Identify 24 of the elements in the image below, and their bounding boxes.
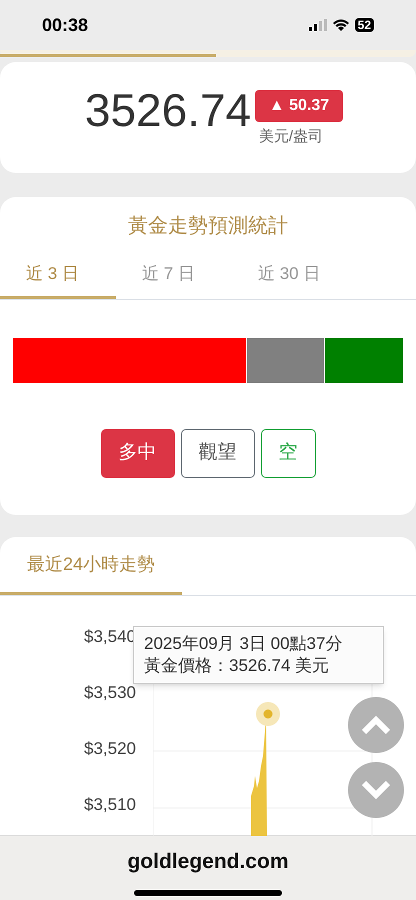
vote-button[interactable]: 空 <box>260 429 316 478</box>
signal-icon <box>308 19 327 31</box>
wifi-icon <box>332 19 349 31</box>
change-badge: ▲ 50.37 <box>254 90 344 122</box>
status-time: 00:38 <box>42 14 88 36</box>
period-tab[interactable]: 近 3 日 <box>0 251 116 299</box>
y-axis-label: $3,520 <box>84 738 136 760</box>
y-axis-label: $3,530 <box>84 682 136 704</box>
period-tab[interactable]: 近 30 日 <box>232 251 348 299</box>
chevron-down-icon <box>361 780 391 800</box>
point-marker <box>256 702 280 726</box>
y-axis-label: $3,510 <box>84 794 136 816</box>
vote-button[interactable]: 多中 <box>100 429 174 478</box>
period-tab[interactable]: 近 7 日 <box>116 251 232 299</box>
site-domain: goldlegend.com <box>127 849 288 875</box>
tooltip-price: 黃金價格：3526.74 美元 <box>144 655 330 677</box>
battery-indicator: 52 <box>354 18 374 32</box>
price-unit: 美元/盎司 <box>258 127 324 147</box>
forecast-title: 黃金走勢預測統計 <box>127 214 289 239</box>
trend-tab[interactable]: 最近24小時走勢 <box>0 537 182 595</box>
tooltip-time: 2025年09月 3日 00點37分 <box>144 633 344 655</box>
price-value: 3526.74 <box>84 84 252 136</box>
vote-button[interactable]: 觀望 <box>180 429 254 478</box>
chevron-up-icon <box>361 715 391 735</box>
